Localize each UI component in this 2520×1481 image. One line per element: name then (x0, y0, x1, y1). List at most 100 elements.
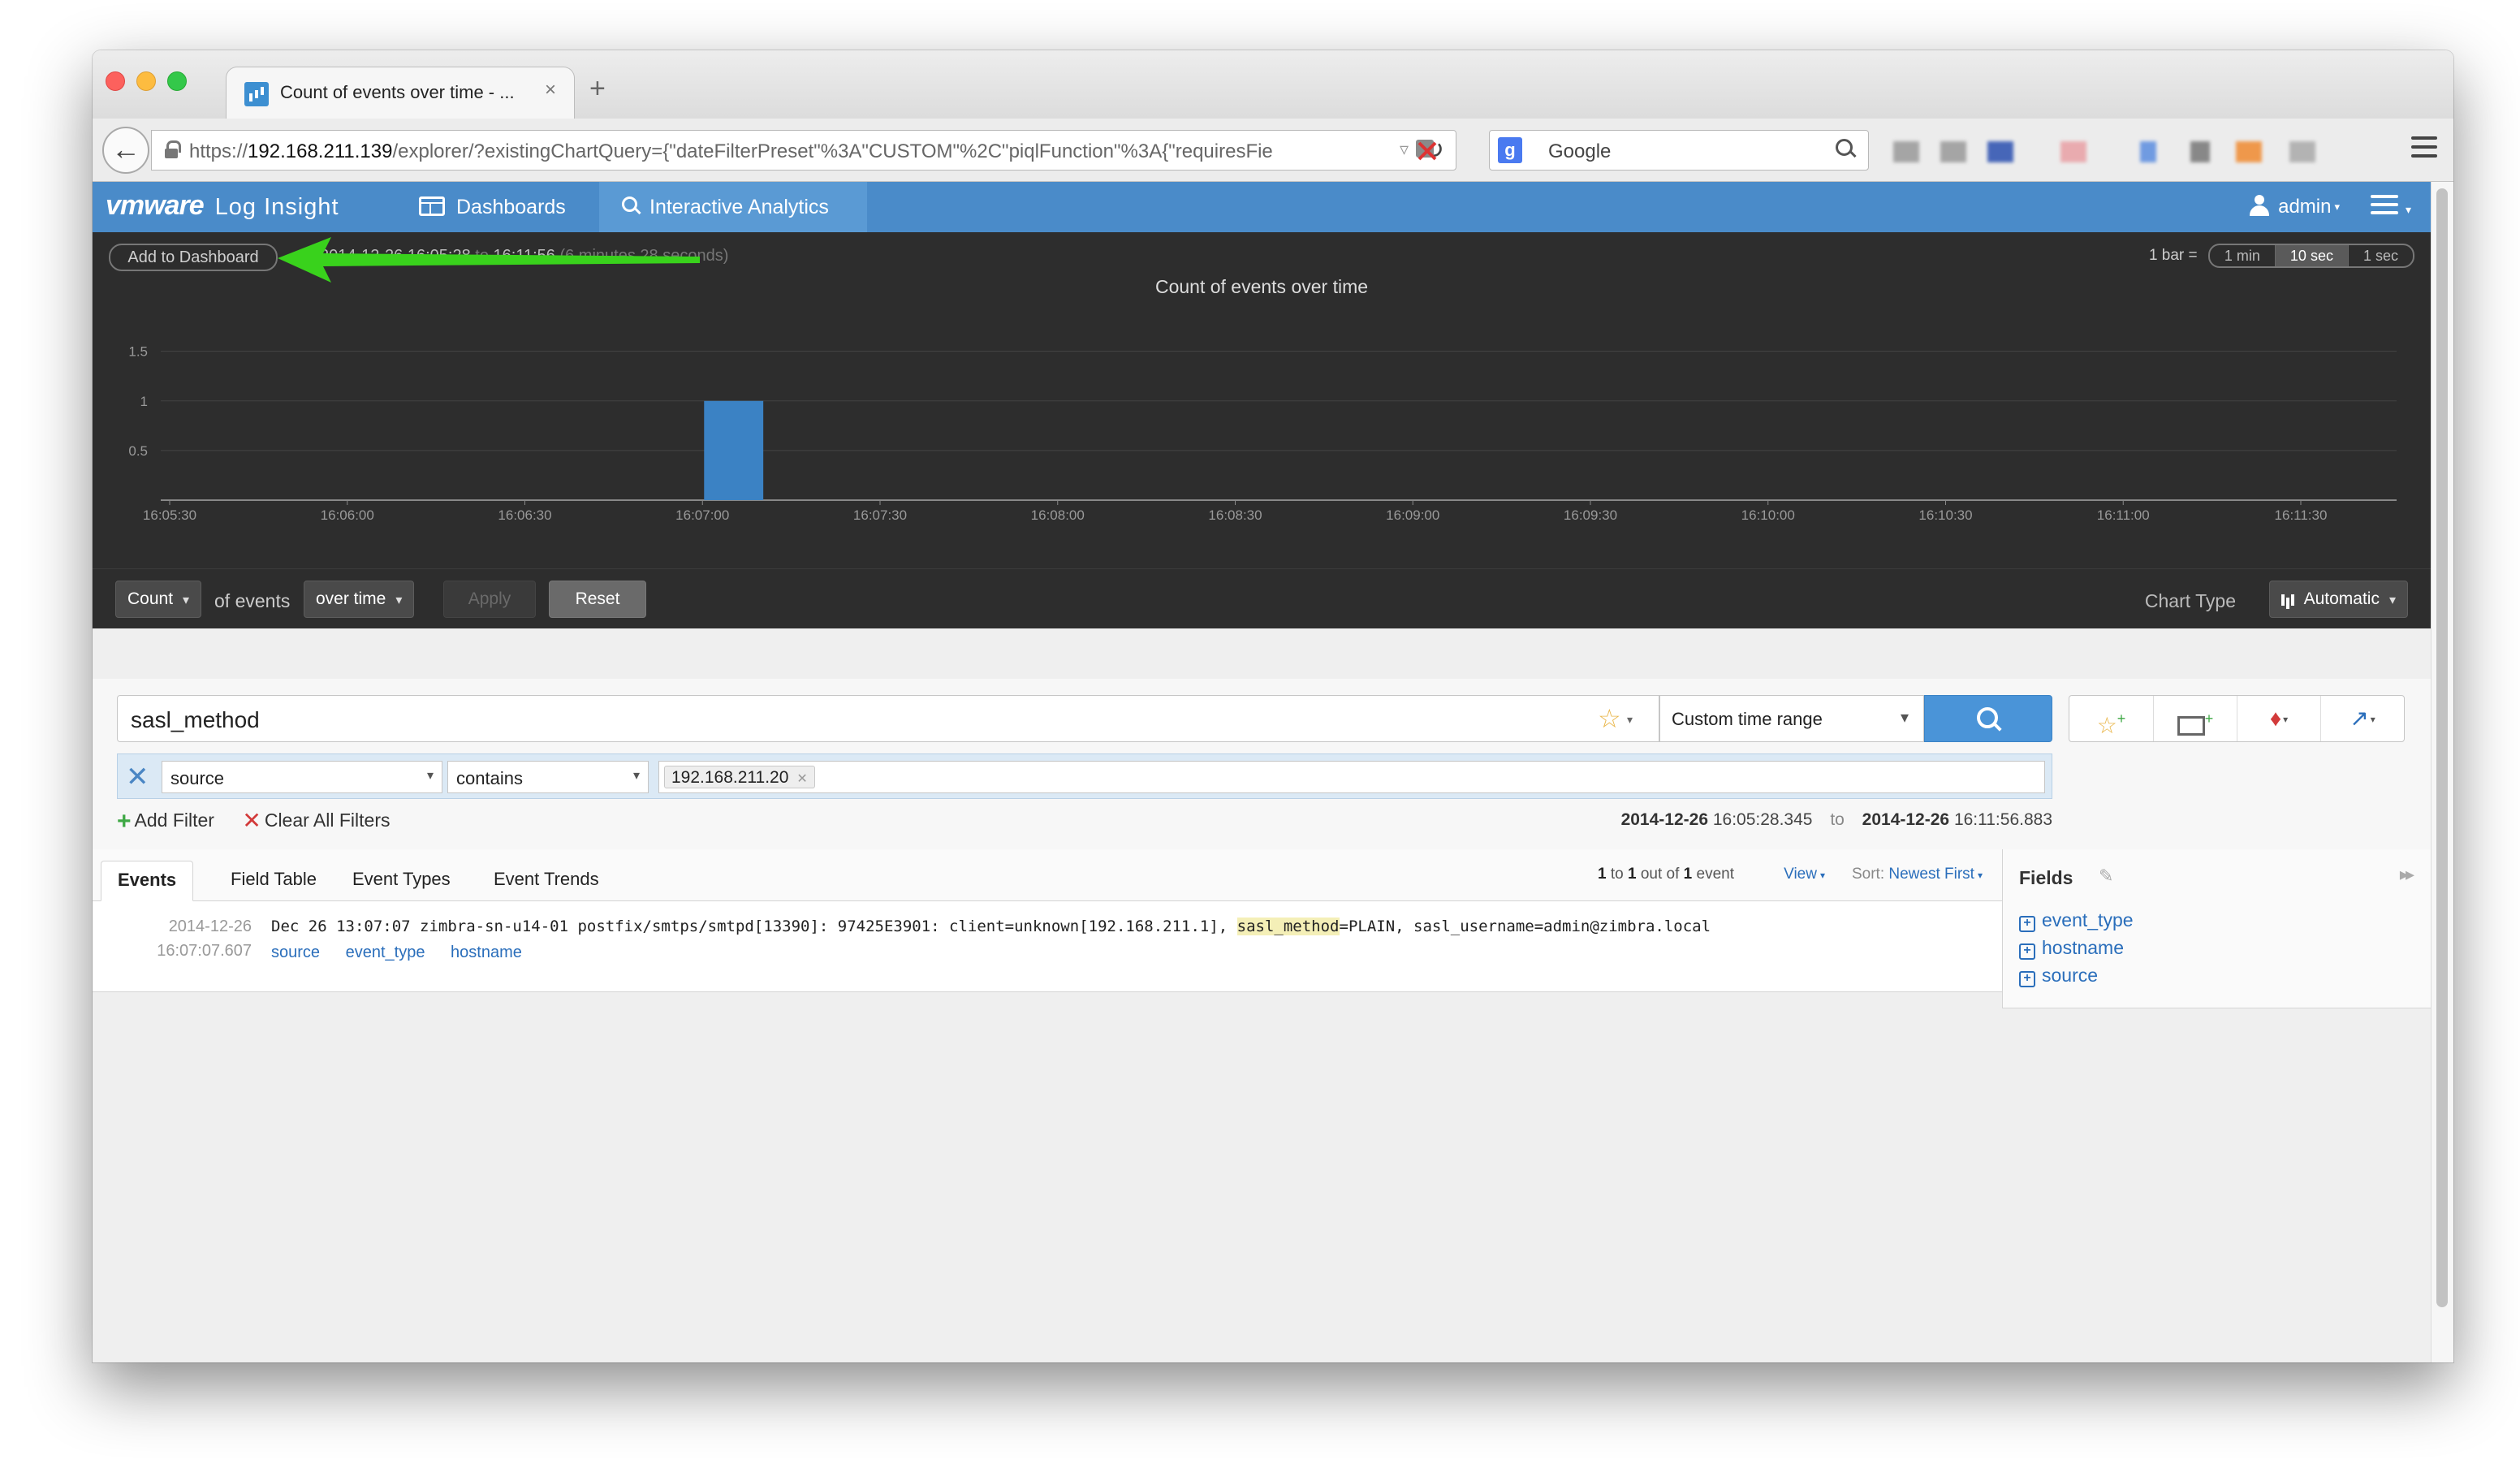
menu-icon[interactable] (2411, 136, 2437, 161)
search-query-input[interactable]: sasl_method (117, 695, 1659, 742)
nav-dashboards[interactable]: Dashboards (395, 182, 590, 232)
x-tick-label: 16:06:00 (321, 507, 374, 523)
sort-dropdown[interactable]: Sort: Newest First ▾ (1852, 866, 1983, 883)
favorites-caret-icon[interactable]: ▾ (1627, 713, 1633, 727)
clear-icon: ✕ (242, 808, 261, 833)
add-filter-button[interactable]: + Add Filter (117, 808, 214, 835)
filter-value-input[interactable]: 192.168.211.20 ✕ (658, 761, 2045, 793)
pencil-icon[interactable]: ✎ (2099, 866, 2113, 887)
nav-interactive-analytics[interactable]: Interactive Analytics (599, 182, 867, 232)
expand-plus-icon: + (2019, 943, 2035, 960)
extension-icon[interactable] (2236, 141, 2262, 162)
clear-filters-button[interactable]: ✕ Clear All Filters (219, 808, 390, 833)
user-icon (2249, 195, 2270, 216)
close-window-button[interactable] (106, 71, 125, 91)
new-tab-button[interactable]: + (589, 73, 606, 105)
zoom-window-button[interactable] (167, 71, 187, 91)
time-range-select[interactable]: Custom time range (1659, 695, 1924, 742)
extension-icon[interactable] (2289, 141, 2315, 162)
tab-title: Count of events over time - ... (280, 82, 515, 102)
x-tick-label: 16:09:00 (1386, 507, 1439, 523)
tab-event-trends[interactable]: Event Trends (477, 861, 615, 901)
lock-icon (165, 140, 181, 158)
search-button[interactable] (1924, 695, 2052, 742)
chart-favicon-icon (244, 82, 269, 106)
extension-icon[interactable] (2190, 141, 2210, 162)
export-button[interactable]: ↗ ▾ (2320, 696, 2404, 741)
query-date-range: 2014-12-26 16:05:28.345 to 2014-12-26 16… (1620, 810, 2052, 829)
add-favorite-button[interactable]: ☆+ (2069, 696, 2153, 741)
extension-icon[interactable] (2140, 141, 2156, 162)
tab-strip: Count of events over time - ... × + (93, 50, 2453, 119)
addon-icon[interactable] (1413, 135, 1440, 162)
event-timestamp: 2014-12-26 16:07:07.607 (157, 918, 252, 960)
apply-button[interactable]: Apply (443, 581, 536, 618)
y-tick-label: 0.5 (128, 443, 148, 459)
event-field-event-type[interactable]: event_type (346, 943, 425, 961)
resolution-10-sec[interactable]: 10 sec (2274, 245, 2348, 266)
browser-tab[interactable]: Count of events over time - ... × (226, 67, 575, 119)
x-tick-label: 16:06:30 (498, 507, 551, 523)
page-scrollbar[interactable] (2431, 182, 2453, 1362)
query-area: sasl_method ☆ ▾ Custom time range ☆+ + ♦… (93, 679, 2431, 849)
field-item-source[interactable]: + source (2019, 965, 2098, 987)
x-tick-label: 16:07:30 (853, 507, 907, 523)
share-icon: ↗ (2350, 706, 2369, 731)
tab-field-table[interactable]: Field Table (214, 861, 333, 901)
extension-icon[interactable] (2060, 141, 2086, 162)
highlighted-term: sasl_method (1236, 918, 1340, 935)
function-dropdown[interactable]: Count (115, 581, 202, 618)
url-text[interactable]: https://192.168.211.139/explorer/?existi… (189, 140, 1383, 163)
remove-filter-icon[interactable]: ✕ (126, 761, 149, 793)
google-icon[interactable]: g (1498, 137, 1522, 163)
tab-close-icon[interactable]: × (545, 79, 556, 101)
expand-plus-icon: + (2019, 916, 2035, 932)
minimize-window-button[interactable] (136, 71, 156, 91)
x-tick-label: 16:09:30 (1564, 507, 1617, 523)
x-tick-label: 16:05:30 (143, 507, 196, 523)
add-to-dashboard-action-button[interactable]: + (2153, 696, 2237, 741)
extension-icon[interactable] (1940, 141, 1966, 162)
reset-button[interactable]: Reset (549, 581, 646, 618)
resolution-1-min[interactable]: 1 min (2210, 245, 2275, 266)
collapse-panel-icon[interactable]: ▸▸ (2400, 864, 2414, 885)
main-menu-icon[interactable]: ▾ (2371, 195, 2411, 219)
field-item-hostname[interactable]: + hostname (2019, 937, 2124, 960)
bar-chart-icon (2281, 591, 2296, 606)
resolution-1-sec[interactable]: 1 sec (2347, 245, 2413, 266)
expand-plus-icon: + (2019, 971, 2035, 987)
extension-icon[interactable] (1987, 141, 2013, 162)
x-tick-label: 16:11:30 (2275, 507, 2328, 523)
chart-type-dropdown[interactable]: Automatic (2268, 581, 2408, 618)
favorite-star-icon[interactable]: ☆ (1598, 703, 1621, 734)
brand-logo[interactable]: vmware Log Insight (106, 190, 339, 222)
url-history-dropdown-icon[interactable]: ▿ (1400, 139, 1409, 160)
app-header: vmware Log Insight Dashboards Interactive… (93, 182, 2431, 232)
filter-operator-select[interactable]: contains (447, 761, 649, 793)
search-icon (1977, 707, 2001, 732)
search-icon[interactable] (1836, 139, 1857, 160)
extension-icon[interactable] (1893, 141, 1919, 162)
event-field-hostname[interactable]: hostname (451, 943, 522, 961)
view-dropdown[interactable]: View ▾ (1784, 866, 1825, 883)
search-engine-label: Google (1548, 140, 1612, 162)
x-tick-label: 16:11:00 (2097, 507, 2150, 523)
event-text[interactable]: Dec 26 13:07:07 zimbra-sn-u14-01 postfix… (271, 914, 1711, 939)
dashboard-icon (419, 196, 445, 216)
filter-field-select[interactable]: source (162, 761, 442, 793)
results-area: Events Field Table Event Types Event Tre… (93, 849, 2431, 1362)
scrollbar-thumb[interactable] (2436, 188, 2448, 1307)
web-search-bar[interactable]: g Google (1489, 130, 1869, 171)
event-field-source[interactable]: source (271, 943, 320, 961)
field-item-event-type[interactable]: + event_type (2019, 909, 2134, 932)
grouping-dropdown[interactable]: over time (304, 581, 415, 618)
back-arrow-icon[interactable]: ← (102, 127, 149, 174)
url-bar[interactable]: https://192.168.211.139/explorer/?existi… (151, 130, 1456, 171)
tab-event-types[interactable]: Event Types (336, 861, 467, 901)
add-to-dashboard-button[interactable]: Add to Dashboard (109, 244, 278, 271)
y-tick-label: 1.5 (128, 344, 148, 360)
alert-button[interactable]: ♦ ▾ (2237, 696, 2320, 741)
remove-tag-icon[interactable]: ✕ (796, 772, 807, 786)
user-menu[interactable]: admin ▾ (2249, 182, 2340, 232)
tab-events[interactable]: Events (101, 861, 194, 901)
